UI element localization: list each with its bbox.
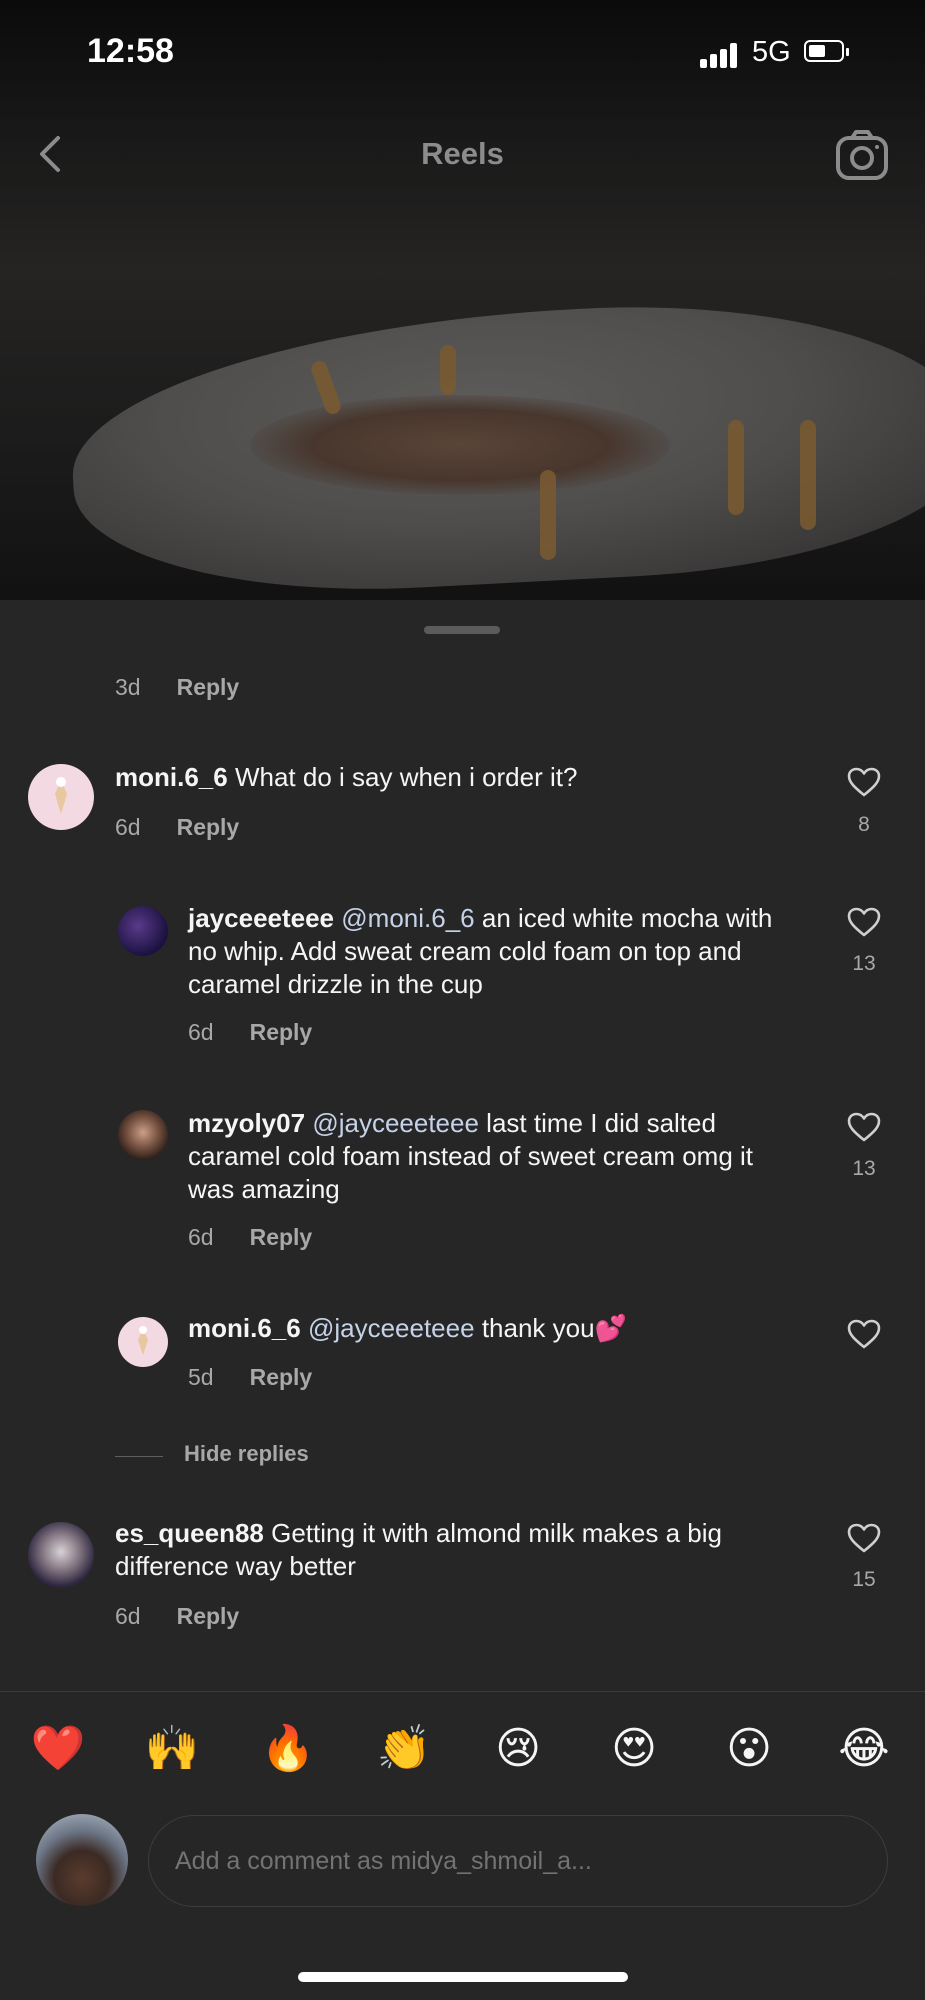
comment-meta: 6d Reply <box>188 1224 312 1251</box>
like-count: 15 <box>852 1568 876 1591</box>
network-label: 5G <box>752 36 791 68</box>
page-title: Reels <box>421 136 504 171</box>
reply-button[interactable]: Reply <box>177 814 240 840</box>
current-user-avatar <box>36 1814 128 1906</box>
comment-meta: 6d Reply <box>188 1019 312 1046</box>
like-count: 13 <box>852 1157 876 1180</box>
comment-meta: 6d Reply <box>115 814 239 841</box>
reply-button[interactable]: Reply <box>250 1364 313 1390</box>
camera-icon[interactable] <box>834 128 890 182</box>
avatar[interactable] <box>118 1110 168 1160</box>
reaction-heart-emoji[interactable]: ❤️ <box>28 1724 88 1774</box>
avatar[interactable] <box>118 1317 168 1367</box>
reply-button[interactable]: Reply <box>250 1019 313 1045</box>
reaction-bar-divider <box>0 1691 925 1692</box>
home-indicator[interactable] <box>298 1972 628 1982</box>
comment-username[interactable]: es_queen88 <box>115 1518 264 1548</box>
comment-text: es_queen88 Getting it with almond milk m… <box>115 1517 815 1583</box>
comment-body: What do i say when i order it? <box>234 762 578 792</box>
status-bar: 12:58 5G <box>0 30 925 76</box>
comment-time: 6d <box>115 1603 141 1629</box>
like-heart-icon[interactable] <box>846 906 882 938</box>
comment-time: 6d <box>188 1019 214 1045</box>
comments-sheet <box>0 600 925 2000</box>
like-count: 13 <box>852 952 876 975</box>
like-heart-icon[interactable] <box>846 1318 882 1350</box>
avatar[interactable] <box>28 1522 94 1588</box>
comment-time: 6d <box>115 814 141 840</box>
comment-meta: 3d Reply <box>115 674 239 701</box>
comment-time: 6d <box>188 1224 214 1250</box>
comment-text: moni.6_6 @jayceeeteee thank you💕 <box>188 1312 798 1345</box>
reply-button[interactable]: Reply <box>250 1224 313 1250</box>
reply-button[interactable]: Reply <box>177 1603 240 1629</box>
comment-username[interactable]: moni.6_6 <box>115 762 228 792</box>
comment-text: jayceeeteee @moni.6_6 an iced white moch… <box>188 902 798 1001</box>
reel-video-preview <box>0 0 925 600</box>
comment-time: 5d <box>188 1364 214 1390</box>
like-heart-icon[interactable] <box>846 766 882 798</box>
comment-username[interactable]: jayceeeteee <box>188 903 334 933</box>
reaction-surprised-emoji[interactable]: 😮 <box>719 1724 779 1774</box>
comment-text: mzyoly07 @jayceeeteee last time I did sa… <box>188 1107 798 1206</box>
comment-text: moni.6_6 What do i say when i order it? <box>115 761 815 794</box>
hide-replies-button[interactable]: Hide replies <box>184 1441 309 1467</box>
avatar[interactable] <box>28 764 94 830</box>
comment-username[interactable]: mzyoly07 <box>188 1108 305 1138</box>
reels-header: Reels <box>0 120 925 190</box>
reaction-heart-eyes-emoji[interactable]: 😍 <box>604 1724 664 1774</box>
comment-meta: 5d Reply <box>188 1364 312 1391</box>
sheet-grabber[interactable] <box>424 626 500 634</box>
comment-input[interactable]: Add a comment as midya_shmoil_a... <box>148 1815 888 1907</box>
reaction-laughing-emoji[interactable]: 😂 <box>834 1724 894 1774</box>
status-time: 12:58 <box>87 32 174 70</box>
reply-button[interactable]: Reply <box>177 674 240 700</box>
mention-link[interactable]: @jayceeeteee <box>308 1313 475 1343</box>
hide-replies-divider <box>115 1456 163 1457</box>
comment-username[interactable]: moni.6_6 <box>188 1313 301 1343</box>
signal-icon <box>700 42 744 68</box>
mention-link[interactable]: @jayceeeteee <box>312 1108 479 1138</box>
reaction-clap-emoji[interactable]: 👏 <box>374 1724 434 1774</box>
battery-icon <box>804 40 849 62</box>
like-heart-icon[interactable] <box>846 1522 882 1554</box>
reaction-crying-emoji[interactable]: 😢 <box>488 1724 548 1774</box>
comment-meta: 6d Reply <box>115 1603 239 1630</box>
comment-body: thank you💕 <box>481 1313 627 1343</box>
avatar[interactable] <box>118 906 168 956</box>
comment-time: 3d <box>115 674 141 700</box>
like-heart-icon[interactable] <box>846 1111 882 1143</box>
reaction-fire-emoji[interactable]: 🔥 <box>258 1724 318 1774</box>
like-count: 8 <box>858 813 870 836</box>
reaction-raised-hands-emoji[interactable]: 🙌 <box>142 1724 202 1774</box>
mention-link[interactable]: @moni.6_6 <box>341 903 474 933</box>
